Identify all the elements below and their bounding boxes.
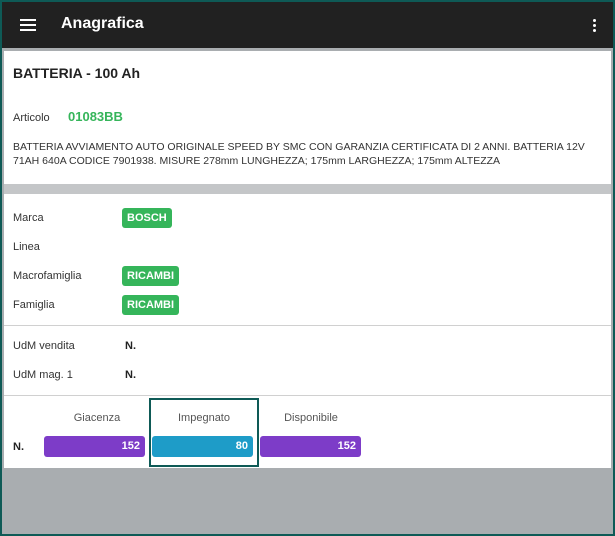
macrofamiglia-chip: RICAMBI: [122, 266, 180, 286]
famiglia-chip: RICAMBI: [122, 295, 180, 315]
article-label: Articolo: [13, 112, 50, 124]
stock-unit: N.: [13, 441, 24, 453]
more-vert-icon[interactable]: [582, 12, 606, 38]
udm-mag-value: N.: [125, 369, 136, 381]
impegnato-focus-outline: [149, 398, 259, 467]
linea-label: Linea: [13, 241, 40, 253]
disponibile-header: Disponibile: [284, 412, 338, 424]
famiglia-label: Famiglia: [13, 299, 55, 311]
hamburger-icon[interactable]: [16, 12, 42, 38]
page-title: Anagrafica: [61, 15, 144, 32]
product-header-panel: BATTERIA - 100 Ah Articolo 01083BB BATTE…: [4, 51, 611, 184]
product-description: BATTERIA AVVIAMENTO AUTO ORIGINALE SPEED…: [13, 141, 585, 167]
product-name: BATTERIA - 100 Ah: [13, 65, 141, 81]
disponibile-bar[interactable]: 152: [260, 436, 361, 457]
marca-chip: BOSCH: [122, 208, 172, 228]
macrofamiglia-label: Macrofamiglia: [13, 270, 82, 282]
giacenza-header: Giacenza: [73, 412, 121, 424]
udm-mag-label: UdM mag. 1: [13, 369, 73, 381]
udm-vendita-value: N.: [125, 340, 136, 352]
udm-vendita-label: UdM vendita: [13, 340, 75, 352]
section-divider: [4, 184, 611, 194]
app-bar: Anagrafica: [2, 2, 613, 48]
giacenza-bar[interactable]: 152: [44, 436, 145, 457]
marca-label: Marca: [13, 212, 44, 224]
classification-panel: Marca BOSCH Linea Macrofamiglia RICAMBI …: [4, 194, 611, 325]
udm-panel: UdM vendita N. UdM mag. 1 N.: [4, 326, 611, 395]
article-code: 01083BB: [68, 109, 123, 124]
stock-panel: Giacenza Impegnato Disponibile N. 152 80…: [4, 396, 611, 468]
app-frame: Anagrafica BATTERIA - 100 Ah Articolo 01…: [0, 0, 615, 536]
